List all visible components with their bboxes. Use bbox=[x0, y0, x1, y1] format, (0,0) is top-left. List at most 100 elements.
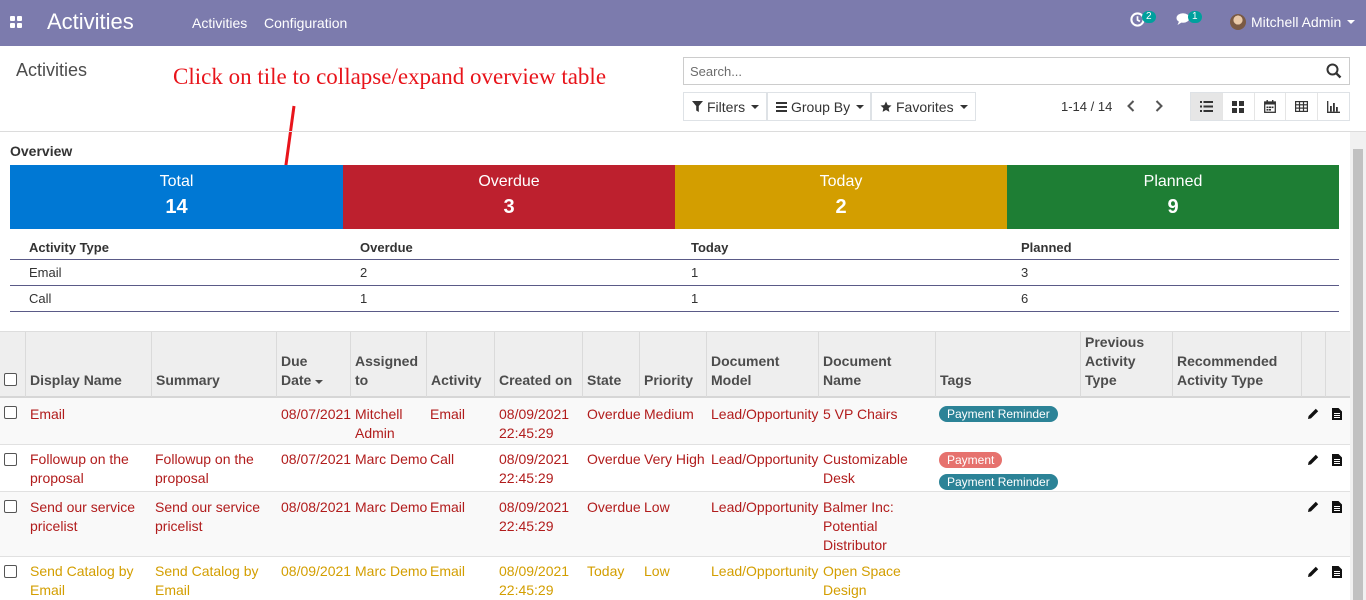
select-all-checkbox[interactable] bbox=[4, 373, 17, 386]
kanban-view-button[interactable] bbox=[1223, 93, 1255, 120]
search-icon[interactable] bbox=[1326, 63, 1342, 79]
cell-summary: Send Catalog by Email bbox=[155, 563, 259, 598]
activity-systray[interactable]: 2 bbox=[1130, 11, 1156, 30]
column-header-edit bbox=[1302, 332, 1326, 397]
pencil-icon[interactable] bbox=[1307, 454, 1319, 466]
cell-document-model: Lead/Opportunity bbox=[711, 451, 819, 467]
chevron-left-icon[interactable] bbox=[1126, 100, 1136, 112]
cell-state: Today bbox=[587, 563, 625, 579]
tile-value: 2 bbox=[835, 196, 847, 218]
kanban-icon bbox=[1232, 100, 1245, 113]
column-header[interactable]: Document Name bbox=[819, 332, 936, 397]
table-row[interactable]: Send Catalog by Email Send Catalog by Em… bbox=[0, 557, 1350, 600]
tile-value: 14 bbox=[165, 196, 188, 218]
cell-assigned-to: Marc Demo bbox=[355, 451, 428, 467]
row-checkbox[interactable] bbox=[4, 453, 17, 466]
row-checkbox[interactable] bbox=[4, 406, 17, 419]
overview-header-row: Activity Type Overdue Today Planned bbox=[10, 236, 1339, 260]
tile-value: 3 bbox=[503, 196, 515, 218]
cell-display-name: Send Catalog by Email bbox=[30, 563, 134, 598]
document-icon[interactable] bbox=[1332, 501, 1342, 513]
control-panel-divider bbox=[0, 131, 1366, 132]
column-header[interactable]: Recommended Activity Type bbox=[1173, 332, 1302, 397]
table-icon bbox=[1295, 101, 1309, 112]
messaging-systray[interactable]: 1 bbox=[1176, 11, 1202, 30]
tag-badge: Payment Reminder bbox=[939, 406, 1058, 422]
overview-cell: Email bbox=[29, 265, 62, 280]
cell-tags: Payment Payment Reminder bbox=[939, 450, 1079, 494]
overview-cell: Call bbox=[29, 291, 52, 306]
tile-label: Overdue bbox=[478, 173, 540, 190]
overview-cell: 1 bbox=[691, 291, 699, 306]
row-checkbox[interactable] bbox=[4, 500, 17, 513]
graph-view-button[interactable] bbox=[1318, 93, 1349, 120]
app-brand[interactable]: Activities bbox=[47, 9, 134, 35]
group-by-label: Group By bbox=[791, 98, 851, 115]
favorites-label: Favorites bbox=[896, 98, 954, 115]
overview-header: Activity Type bbox=[29, 240, 109, 255]
search-input[interactable] bbox=[684, 58, 1314, 84]
pencil-icon[interactable] bbox=[1307, 501, 1319, 513]
overview-header: Planned bbox=[1021, 240, 1072, 255]
menu-activities[interactable]: Activities bbox=[192, 15, 247, 31]
table-row[interactable]: Email 08/07/2021 Mitchell Admin Email 08… bbox=[0, 398, 1350, 445]
cell-due-date: 08/09/2021 bbox=[281, 563, 352, 579]
pager-value[interactable]: 1-14 / 14 bbox=[1061, 99, 1112, 114]
cell-priority: Low bbox=[644, 499, 670, 515]
column-header-due-date[interactable]: Due Date bbox=[277, 332, 351, 397]
cell-created-on: 08/09/2021 22:45:29 bbox=[499, 563, 570, 598]
column-header[interactable]: Created on bbox=[495, 332, 583, 397]
apps-menu-icon[interactable] bbox=[10, 16, 23, 29]
list-view-button[interactable] bbox=[1191, 93, 1223, 120]
column-header[interactable]: State bbox=[583, 332, 640, 397]
tile-planned[interactable]: Planned 9 bbox=[1007, 165, 1339, 229]
table-row[interactable]: Send our service pricelist Send our serv… bbox=[0, 492, 1350, 557]
column-header[interactable]: Previous Activity Type bbox=[1081, 332, 1173, 397]
pivot-view-button[interactable] bbox=[1286, 93, 1319, 120]
document-icon[interactable] bbox=[1332, 408, 1342, 420]
group-by-button[interactable]: Group By bbox=[767, 92, 871, 121]
overview-header: Overdue bbox=[360, 240, 413, 255]
overview-cell: 1 bbox=[691, 265, 699, 280]
chevron-down-icon bbox=[856, 104, 865, 109]
cell-assigned-to: Marc Demo bbox=[355, 563, 428, 579]
calendar-view-button[interactable] bbox=[1255, 93, 1287, 120]
filters-button[interactable]: Filters bbox=[683, 92, 767, 121]
user-menu[interactable]: Mitchell Admin bbox=[1230, 14, 1356, 30]
overview-cell: 1 bbox=[360, 291, 368, 306]
cell-due-date: 08/07/2021 bbox=[281, 406, 352, 422]
select-all-column bbox=[0, 332, 26, 397]
pencil-icon[interactable] bbox=[1307, 408, 1319, 420]
overview-row: Email 2 1 3 bbox=[10, 260, 1339, 286]
document-icon[interactable] bbox=[1332, 566, 1342, 578]
breadcrumb: Activities bbox=[16, 60, 88, 80]
tile-overdue[interactable]: Overdue 3 bbox=[343, 165, 675, 229]
tile-today[interactable]: Today 2 bbox=[675, 165, 1007, 229]
cell-document-model: Lead/Opportunity bbox=[711, 499, 819, 515]
chevron-down-icon bbox=[959, 104, 968, 109]
cell-due-date: 08/08/2021 bbox=[281, 499, 352, 515]
tag-badge: Payment Reminder bbox=[939, 474, 1058, 490]
column-header[interactable]: Summary bbox=[152, 332, 277, 397]
scrollbar[interactable] bbox=[1350, 132, 1366, 600]
column-header[interactable]: Assigned to bbox=[351, 332, 427, 397]
tile-total[interactable]: Total 14 bbox=[10, 165, 343, 229]
cell-activity: Email bbox=[430, 563, 466, 579]
cell-tags: Payment Reminder bbox=[939, 404, 1058, 426]
pencil-icon[interactable] bbox=[1307, 566, 1319, 578]
column-header[interactable]: Display Name bbox=[26, 332, 152, 397]
scrollbar-thumb[interactable] bbox=[1353, 149, 1363, 600]
column-header[interactable]: Document Model bbox=[707, 332, 819, 397]
document-icon[interactable] bbox=[1332, 454, 1342, 466]
column-header[interactable]: Priority bbox=[640, 332, 707, 397]
favorites-button[interactable]: Favorites bbox=[871, 92, 976, 121]
menu-configuration[interactable]: Configuration bbox=[264, 15, 347, 31]
row-checkbox[interactable] bbox=[4, 565, 17, 578]
column-header[interactable]: Activity bbox=[427, 332, 495, 397]
table-row[interactable]: Followup on the proposal Followup on the… bbox=[0, 445, 1350, 492]
overview-cell: 6 bbox=[1021, 291, 1029, 306]
chevron-right-icon[interactable] bbox=[1154, 100, 1164, 112]
search-bar bbox=[683, 57, 1350, 85]
user-name: Mitchell Admin bbox=[1251, 14, 1342, 30]
column-header[interactable]: Tags bbox=[936, 332, 1081, 397]
